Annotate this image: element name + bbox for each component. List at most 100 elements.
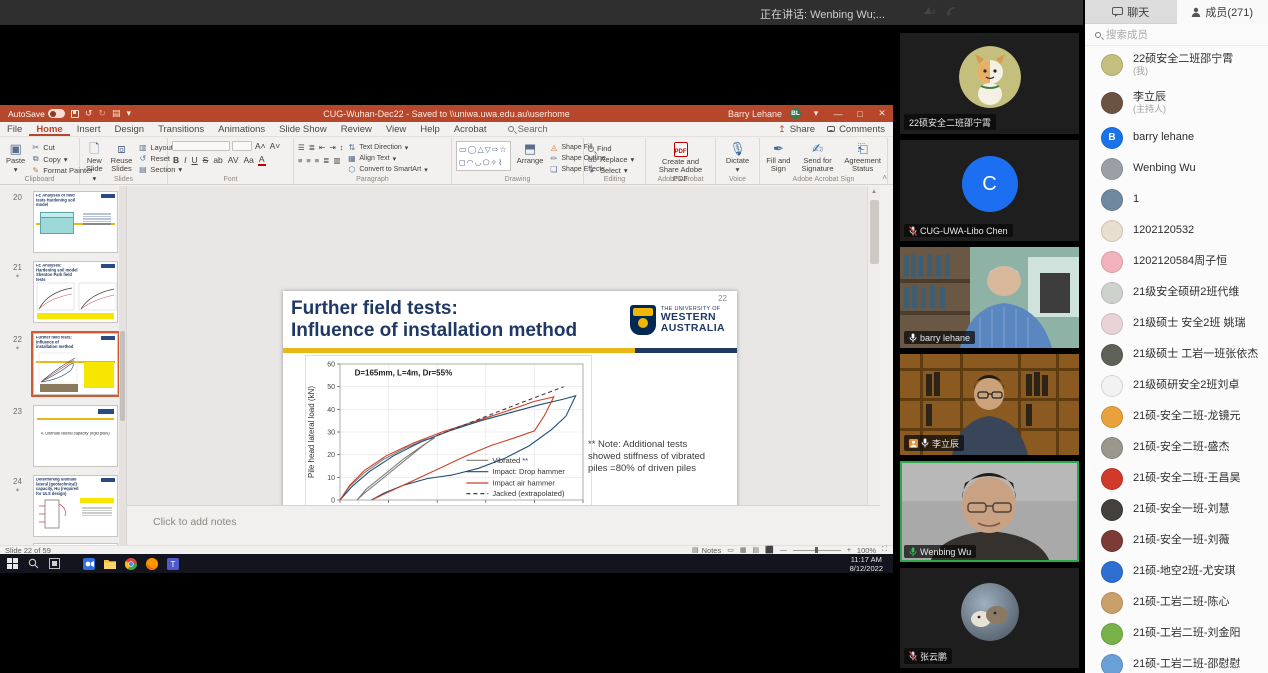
member-row[interactable]: 21硕-安全二班-龙镜元 bbox=[1085, 401, 1268, 432]
back-arrow-icon[interactable] bbox=[944, 4, 960, 20]
slide-vertical-scrollbar[interactable]: ▲ ▼ bbox=[867, 186, 880, 549]
search-box[interactable]: Search bbox=[508, 124, 548, 135]
minimize-button[interactable]: — bbox=[831, 109, 845, 119]
replace-button[interactable]: abReplace▾ bbox=[588, 155, 634, 164]
maximize-button[interactable]: □ bbox=[853, 109, 867, 119]
member-row[interactable]: 1202120532 bbox=[1085, 215, 1268, 246]
taskbar-search-icon[interactable] bbox=[27, 558, 39, 570]
video-tile-zhang-yunpeng[interactable]: 张云鹏 bbox=[900, 568, 1079, 668]
menu-tab-review[interactable]: Review bbox=[334, 122, 379, 136]
task-view-icon[interactable] bbox=[48, 558, 60, 570]
close-button[interactable]: ✕ bbox=[875, 108, 889, 119]
menu-tab-file[interactable]: File bbox=[0, 122, 29, 136]
video-tile-shao-ningxiao[interactable]: 22硕安全二班邵宁霄 bbox=[900, 33, 1079, 134]
autosave-toggle[interactable]: AutoSave bbox=[8, 109, 65, 119]
strikethrough-button[interactable]: S bbox=[202, 155, 210, 165]
zoom-out-icon[interactable]: — bbox=[780, 547, 787, 554]
collapse-ribbon-icon[interactable]: ˄ bbox=[882, 173, 887, 182]
member-row[interactable]: 21级硕士 安全2班 姚瑞 bbox=[1085, 308, 1268, 339]
qat-dropdown-icon[interactable]: ▾ bbox=[126, 109, 131, 118]
member-row[interactable]: 1 bbox=[1085, 184, 1268, 215]
columns-icon[interactable]: ▥ bbox=[333, 156, 340, 165]
menu-tab-view[interactable]: View bbox=[379, 122, 413, 136]
italic-button[interactable]: I bbox=[183, 155, 187, 165]
slideshow-view-icon[interactable]: ⬛ bbox=[765, 546, 774, 554]
menu-tab-animations[interactable]: Animations bbox=[211, 122, 272, 136]
notes-pane[interactable]: Click to add notes bbox=[127, 505, 880, 549]
slide-thumbnail-23[interactable]: 4. Ultimate lateral capacity (rigid pile… bbox=[33, 405, 118, 467]
taskbar-clock[interactable]: 11:17 AM 8/12/2022 bbox=[850, 555, 883, 573]
zoom-slider[interactable] bbox=[793, 550, 841, 551]
meeting-app-taskbar-icon[interactable] bbox=[83, 558, 95, 570]
slide-thumbnail-24[interactable]: Determining ultimate lateral (geotechnic… bbox=[33, 475, 118, 537]
redo-icon[interactable]: ↻ bbox=[98, 109, 106, 118]
numbering-icon[interactable]: ≣ bbox=[309, 143, 315, 152]
normal-view-icon[interactable]: ▭ bbox=[727, 546, 734, 554]
bold-button[interactable]: B bbox=[172, 155, 180, 165]
save-icon[interactable] bbox=[71, 110, 79, 118]
share-button[interactable]: ↥Share bbox=[778, 124, 815, 135]
slide-thumbnail-20[interactable]: FE Analyses of field tests Hardening soi… bbox=[33, 191, 118, 253]
zoom-in-icon[interactable]: + bbox=[847, 547, 851, 554]
member-search-input[interactable]: 搜索成员 bbox=[1085, 24, 1268, 46]
text-direction-button[interactable]: ⇅Text Direction▾ bbox=[347, 143, 427, 152]
member-row[interactable]: 李立辰 (主持人) bbox=[1085, 84, 1268, 122]
increase-indent-icon[interactable]: ⇥ bbox=[329, 143, 335, 152]
chrome-icon[interactable] bbox=[125, 558, 137, 570]
undo-icon[interactable]: ↺ bbox=[85, 109, 93, 118]
video-tile-li-lichen[interactable]: 李立辰 bbox=[900, 354, 1079, 455]
member-row[interactable]: 21硕-安全二班-盛杰 bbox=[1085, 432, 1268, 463]
member-row[interactable]: 21级安全硕研2班代维 bbox=[1085, 277, 1268, 308]
align-right-icon[interactable]: ≡ bbox=[315, 156, 319, 165]
fill-and-sign-button[interactable]: ✒Fill and Sign bbox=[764, 141, 793, 175]
paste-button[interactable]: ▣Paste▾ bbox=[4, 141, 27, 176]
font-name-input[interactable] bbox=[172, 141, 230, 151]
video-tile-barry-lehane[interactable]: barry lehane bbox=[900, 247, 1079, 348]
member-row[interactable]: 21级硕士 工岩一班张依杰 bbox=[1085, 339, 1268, 370]
grow-font-icon[interactable]: A˄ bbox=[254, 141, 267, 151]
align-left-icon[interactable]: ≡ bbox=[298, 156, 302, 165]
slide-thumbnail-22-selected[interactable]: Further field tests: Influence of instal… bbox=[33, 333, 118, 395]
fit-to-window-icon[interactable]: ⛶ bbox=[882, 546, 887, 554]
menu-tab-home[interactable]: Home bbox=[29, 122, 69, 136]
menu-tab-slide-show[interactable]: Slide Show bbox=[272, 122, 334, 136]
teams-icon[interactable]: T bbox=[167, 558, 179, 570]
shrink-font-icon[interactable]: A˅ bbox=[269, 141, 282, 151]
menu-tab-transitions[interactable]: Transitions bbox=[151, 122, 211, 136]
account-avatar[interactable]: BL bbox=[790, 108, 801, 119]
member-row[interactable]: 21硕-工岩二班-刘金阳 bbox=[1085, 618, 1268, 649]
slideshow-from-start-icon[interactable]: ▤ bbox=[112, 109, 121, 118]
slide-thumbnail-21[interactable]: FE Analyses: Hardening soil model Shento… bbox=[33, 261, 118, 323]
menu-tab-help[interactable]: Help bbox=[413, 122, 447, 136]
ribbon-options-icon[interactable]: ▾ bbox=[809, 108, 823, 119]
reuse-slides-button[interactable]: ⧈Reuse Slides bbox=[109, 141, 135, 175]
send-for-signature-button[interactable]: ✍Send for Signature bbox=[797, 141, 839, 175]
character-spacing-button[interactable]: AV bbox=[227, 155, 240, 165]
arrange-button[interactable]: ⬒Arrange bbox=[515, 141, 546, 166]
text-shadow-button[interactable]: ab bbox=[212, 155, 223, 165]
account-name[interactable]: Barry Lehane bbox=[728, 109, 782, 119]
reading-view-icon[interactable]: ▤ bbox=[752, 546, 759, 554]
member-row[interactable]: 21硕-地空2班-尤安琪 bbox=[1085, 556, 1268, 587]
member-row[interactable]: 21硕-工岩二班-邵慰慰 bbox=[1085, 649, 1268, 673]
font-color-button[interactable]: A bbox=[258, 154, 266, 166]
member-row[interactable]: 1202120584周子恒 bbox=[1085, 246, 1268, 277]
convert-smartart-button[interactable]: ⬡Convert to SmartArt▾ bbox=[347, 165, 427, 174]
agreement-status-button[interactable]: ⎗Agreement Status bbox=[842, 141, 883, 175]
member-row[interactable]: 21级硕研安全2班刘卓 bbox=[1085, 370, 1268, 401]
find-button[interactable]: Find bbox=[588, 144, 634, 153]
start-button[interactable] bbox=[6, 558, 18, 570]
justify-icon[interactable]: ≣ bbox=[323, 156, 329, 165]
decrease-indent-icon[interactable]: ⇤ bbox=[319, 143, 325, 152]
tab-chat[interactable]: 聊天 bbox=[1085, 0, 1177, 24]
member-row[interactable]: 21硕-工岩二班-陈心 bbox=[1085, 587, 1268, 618]
member-row[interactable]: 21硕-安全一班-刘薇 bbox=[1085, 525, 1268, 556]
slide-sorter-view-icon[interactable]: ▦ bbox=[740, 546, 747, 554]
line-spacing-icon[interactable]: ↕ bbox=[340, 143, 344, 152]
change-case-button[interactable]: Aa bbox=[243, 155, 255, 165]
dictate-button[interactable]: 🎙Dictate▾ bbox=[724, 141, 751, 176]
align-text-button[interactable]: ▦Align Text▾ bbox=[347, 154, 427, 163]
member-row[interactable]: B barry lehane bbox=[1085, 122, 1268, 153]
font-size-input[interactable] bbox=[232, 141, 252, 151]
firefox-icon[interactable] bbox=[146, 558, 158, 570]
